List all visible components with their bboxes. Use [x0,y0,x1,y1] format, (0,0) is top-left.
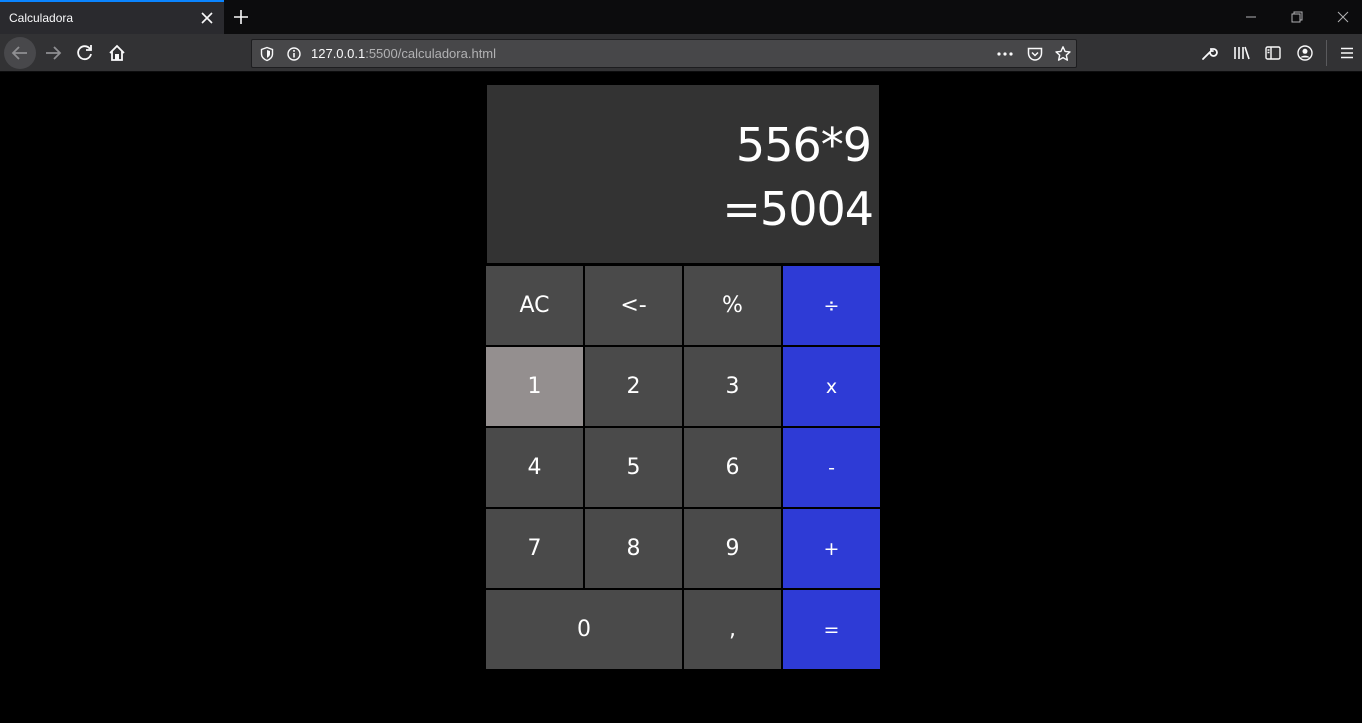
shield-icon[interactable] [259,46,275,62]
result-text: =5004 [722,182,874,236]
digit-8-button[interactable]: 8 [585,509,682,588]
backspace-button[interactable]: <- [585,266,682,345]
divide-button[interactable]: ÷ [783,266,880,345]
info-icon[interactable] [286,46,302,62]
digit-0-button[interactable]: 0 [486,590,682,669]
url-bar[interactable]: 127.0.0.1:5500/calculadora.html [251,39,1077,68]
forward-button[interactable] [37,37,69,69]
new-tab-icon[interactable] [230,6,252,28]
minimize-icon[interactable] [1240,6,1262,28]
forward-arrow-icon [46,46,62,60]
all-clear-button[interactable]: AC [486,266,583,345]
tab-title: Calculadora [9,11,74,25]
url-path: :5500/calculadora.html [365,46,497,61]
wrench-icon[interactable] [1200,44,1218,62]
toolbar-divider [1326,40,1327,66]
multiply-button[interactable]: x [783,347,880,426]
digit-1-button[interactable]: 1 [486,347,583,426]
plus-button[interactable]: + [783,509,880,588]
hamburger-menu-icon[interactable] [1338,44,1356,62]
sidebar-icon[interactable] [1264,44,1282,62]
page-actions-icon[interactable] [996,46,1014,62]
calculator: 556*9 =5004 AC <- % ÷ 1 2 3 x 4 5 6 - 7 … [486,85,880,669]
bookmark-star-icon[interactable] [1054,45,1072,63]
url-host: 127.0.0.1 [311,46,366,61]
close-tab-icon[interactable] [198,9,216,27]
minus-button[interactable]: - [783,428,880,507]
reload-button[interactable] [69,37,101,69]
url-text[interactable]: 127.0.0.1:5500/calculadora.html [311,46,496,61]
home-icon [109,44,125,61]
tab-bar: Calculadora [0,0,1362,34]
back-button[interactable] [4,37,36,69]
digit-5-button[interactable]: 5 [585,428,682,507]
percent-button[interactable]: % [684,266,781,345]
digit-7-button[interactable]: 7 [486,509,583,588]
account-icon[interactable] [1296,44,1314,62]
calculator-display: 556*9 =5004 [487,85,879,263]
pocket-icon[interactable] [1026,45,1044,63]
digit-2-button[interactable]: 2 [585,347,682,426]
tab-calculadora[interactable]: Calculadora [0,0,224,34]
equals-button[interactable]: = [783,590,880,669]
home-button[interactable] [101,37,133,69]
expression-text: 556*9 [735,118,872,172]
navigation-toolbar: 127.0.0.1:5500/calculadora.html [0,34,1362,72]
reload-icon [77,45,92,61]
digit-6-button[interactable]: 6 [684,428,781,507]
library-icon[interactable] [1232,44,1252,62]
restore-icon[interactable] [1286,6,1308,28]
digit-4-button[interactable]: 4 [486,428,583,507]
digit-9-button[interactable]: 9 [684,509,781,588]
comma-button[interactable]: , [684,590,781,669]
digit-3-button[interactable]: 3 [684,347,781,426]
back-arrow-icon [11,46,27,60]
close-window-icon[interactable] [1332,6,1354,28]
